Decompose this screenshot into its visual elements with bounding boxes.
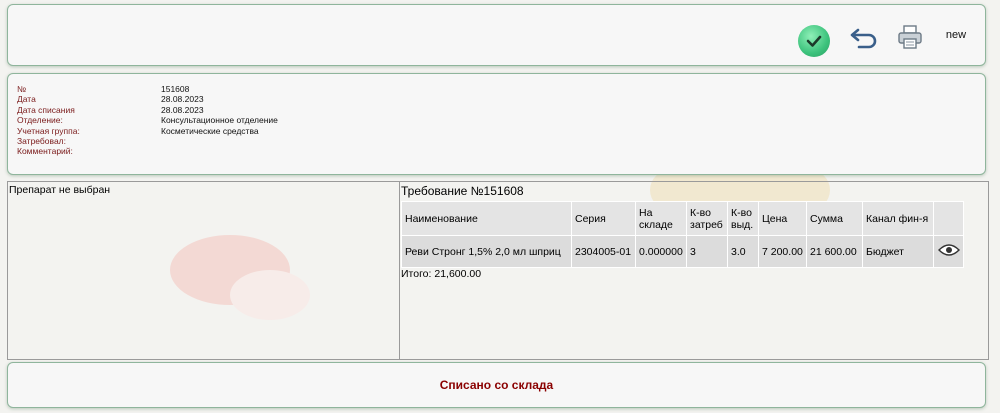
info-value: 28.08.2023 [161,104,204,115]
column-header-issued: К-во выд. [727,201,759,236]
status-panel: Списано со склада [7,362,986,408]
cell-view[interactable] [933,235,964,268]
info-label: Комментарий: [17,146,73,157]
cell-issued: 3.0 [727,235,759,268]
info-value: Косметические средства [161,125,259,136]
info-label: Отделение: [17,115,63,126]
print-button[interactable] [894,21,926,53]
table-row[interactable]: Реви Стронг 1,5% 2,0 мл шприц 2304005-01… [401,235,964,268]
cell-channel: Бюджет [862,235,934,268]
total-amount: Итого: 21,600.00 [401,268,482,280]
work-area: Препарат не выбран Требование №151608 На… [7,181,989,360]
column-header-price: Цена [758,201,807,236]
toolbar-panel: new [7,4,986,66]
cell-price: 7 200.00 [758,235,807,268]
approve-button[interactable] [798,25,830,57]
eye-icon[interactable] [937,243,960,257]
info-row-writeoff-date: Дата списания 28.08.2023 [17,105,278,115]
cell-requested: 3 [686,235,728,268]
info-grid: № 151608 Дата 28.08.2023 Дата списания 2… [17,84,278,157]
info-row-number: № 151608 [17,84,278,94]
column-header-actions [933,201,964,236]
document-info-panel: № 151608 Дата 28.08.2023 Дата списания 2… [7,73,986,175]
column-header-stock: На складе [635,201,687,236]
column-header-sum: Сумма [806,201,863,236]
info-row-date: Дата 28.08.2023 [17,94,278,104]
cell-stock: 0.000000 [635,235,687,268]
drug-details-pane: Препарат не выбран [8,182,400,359]
new-button[interactable]: new [941,27,971,43]
status-text: Списано со склада [439,378,554,392]
cell-sum: 21 600.00 [806,235,863,268]
info-row-accounting-group: Учетная группа: Косметические средства [17,126,278,136]
cell-series: 2304005-01 [571,235,636,268]
info-label: Дата [17,94,36,105]
info-row-department: Отделение: Консультационное отделение [17,115,278,125]
requisition-table: Наименование Серия На складе К-во затреб… [401,201,964,268]
cell-name: Реви Стронг 1,5% 2,0 мл шприц [401,235,572,268]
info-row-comment: Комментарий: [17,146,278,156]
column-header-name: Наименование [401,201,572,236]
check-icon [806,35,822,47]
info-label: № [17,84,27,94]
info-value: 151608 [161,84,190,94]
undo-button[interactable] [848,23,880,53]
info-value: 28.08.2023 [161,94,204,105]
undo-arrow-icon [850,28,877,49]
info-label: Учетная группа: [17,125,80,136]
info-label: Затребовал: [17,136,66,147]
info-label: Дата списания [17,104,75,115]
column-header-series: Серия [571,201,636,236]
info-value: Консультационное отделение [161,115,278,126]
no-drug-message: Препарат не выбран [9,184,111,196]
column-header-channel: Канал фин-я [862,201,934,236]
table-header-row: Наименование Серия На складе К-во затреб… [401,201,964,236]
printer-icon [898,25,922,49]
requisition-title: Требование №151608 [401,184,524,198]
requisition-pane: Требование №151608 Наименование Серия На… [401,182,988,359]
info-row-requested-by: Затребовал: [17,136,278,146]
column-header-requested: К-во затреб [686,201,728,236]
